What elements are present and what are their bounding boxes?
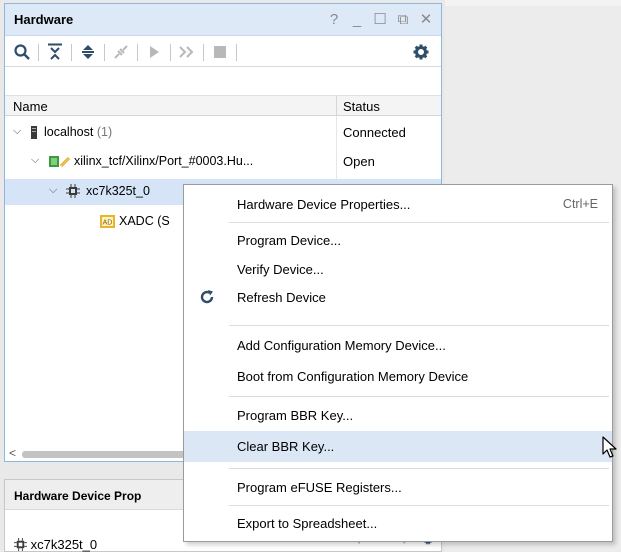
chevron-left-icon[interactable]: <: [9, 446, 16, 460]
context-menu: Hardware Device Properties... Ctrl+E Pro…: [183, 184, 613, 542]
minimize-icon[interactable]: _: [350, 11, 364, 28]
fast-forward-icon[interactable]: [176, 41, 198, 63]
scrollbar-thumb[interactable]: [22, 451, 190, 458]
panel-title: Hardware Device Prop: [14, 489, 142, 503]
chevron-down-icon[interactable]: ⌵: [13, 125, 21, 138]
hardware-panel-titlebar: Hardware ? _ ☐ ⧉ ✕: [5, 4, 441, 36]
menu-item-clear-bbr-key[interactable]: Clear BBR Key...: [184, 431, 612, 462]
chevron-down-icon[interactable]: ⌵: [49, 184, 57, 197]
search-icon[interactable]: [11, 41, 33, 63]
run-icon[interactable]: [143, 41, 165, 63]
status-text: Connected: [343, 125, 406, 140]
tree-label: XADC (S: [119, 214, 170, 228]
menu-item-add-config-memory[interactable]: Add Configuration Memory Device...: [184, 330, 612, 361]
chevron-down-icon[interactable]: ⌵: [31, 154, 39, 167]
properties-item: xc7k325t_0: [14, 537, 97, 552]
hardware-toolbar: [5, 37, 441, 67]
column-name[interactable]: Name: [13, 99, 48, 114]
menu-item-program-efuse[interactable]: Program eFUSE Registers...: [184, 472, 612, 503]
tree-label: localhost (1): [44, 125, 113, 139]
float-icon[interactable]: ⧉: [396, 11, 410, 28]
gear-icon[interactable]: [410, 41, 432, 63]
panel-title: Hardware: [14, 12, 74, 27]
chip-icon: [66, 184, 80, 201]
help-icon[interactable]: ?: [327, 11, 341, 28]
collapse-all-icon[interactable]: [44, 41, 66, 63]
column-header: Name Status: [5, 95, 441, 117]
horizontal-scrollbar[interactable]: <: [9, 446, 209, 461]
cable-icon: [49, 155, 71, 171]
shortcut-text: Ctrl+E: [562, 197, 598, 211]
menu-item-program-device[interactable]: Program Device...: [184, 225, 612, 256]
refresh-icon: [199, 285, 215, 310]
xadc-icon: AD: [100, 215, 115, 231]
stop-icon[interactable]: [209, 41, 231, 63]
tree-label: xc7k325t_0: [86, 184, 150, 198]
status-text: Open: [343, 154, 375, 169]
tree-label: xilinx_tcf/Xilinx/Port_#0003.Hu...: [74, 154, 254, 168]
menu-item-refresh-device[interactable]: Refresh Device: [184, 282, 612, 313]
chip-icon: [14, 538, 27, 552]
menu-item-hardware-device-properties[interactable]: Hardware Device Properties... Ctrl+E: [184, 189, 612, 220]
tree-row-localhost[interactable]: ⌵ localhost (1) Connected: [5, 120, 441, 146]
maximize-icon[interactable]: ☐: [373, 11, 387, 28]
tree-row-target[interactable]: ⌵ xilinx_tcf/Xilinx/Port_#0003.Hu... Ope…: [5, 149, 441, 175]
menu-item-program-bbr-key[interactable]: Program BBR Key...: [184, 400, 612, 431]
expand-all-icon[interactable]: [77, 41, 99, 63]
close-icon[interactable]: ✕: [419, 11, 433, 28]
menu-item-boot-from-config-memory[interactable]: Boot from Configuration Memory Device: [184, 361, 612, 392]
menu-item-verify-device[interactable]: Verify Device...: [184, 254, 612, 285]
auto-connect-icon[interactable]: [110, 41, 132, 63]
svg-text:AD: AD: [103, 220, 113, 227]
mouse-cursor-icon: [602, 436, 618, 460]
menu-item-export-spreadsheet[interactable]: Export to Spreadsheet...: [184, 508, 612, 539]
column-status[interactable]: Status: [343, 99, 380, 114]
server-icon: [31, 126, 37, 142]
